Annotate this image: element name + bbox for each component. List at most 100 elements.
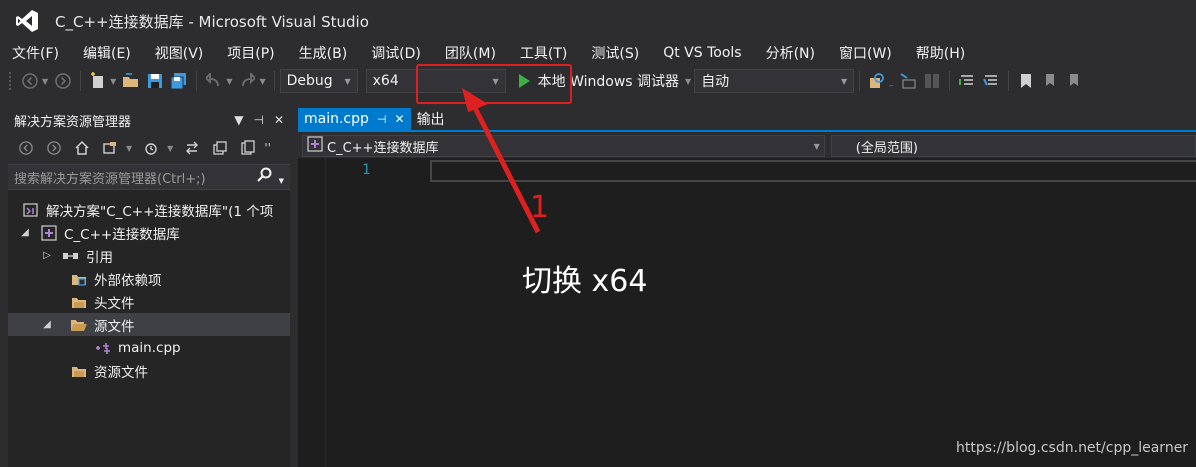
search-placeholder: 搜索解决方案资源管理器(Ctrl+;) xyxy=(14,171,206,187)
tree-item-label: main.cpp xyxy=(118,339,181,356)
step-into-icon[interactable] xyxy=(898,71,918,91)
solution-explorer-header: 解决方案资源管理器 ▼ ⊣ ✕ xyxy=(8,108,290,132)
pin-icon[interactable]: ⊣ xyxy=(377,113,387,126)
tree-item-resource-files[interactable]: 资源文件 xyxy=(8,359,290,382)
tree-item-external-deps[interactable]: 外部依赖项 xyxy=(8,267,290,290)
tab-label: 输出 xyxy=(416,112,445,128)
new-project-icon[interactable] xyxy=(88,71,108,91)
redo-icon[interactable] xyxy=(237,71,257,91)
save-icon[interactable] xyxy=(145,71,165,91)
tree-item-label: 解决方案"C_C++连接数据库"(1 个项 xyxy=(46,203,274,220)
tree-item-label: 头文件 xyxy=(94,295,135,312)
bookmark-icon[interactable] xyxy=(1016,71,1036,91)
tree-item-header-files[interactable]: 头文件 xyxy=(8,290,290,313)
pin-icon[interactable]: ⊣ xyxy=(253,113,263,127)
menu-tools[interactable]: 工具(T) xyxy=(508,43,567,63)
toolbar-separator xyxy=(859,71,861,91)
breakpoints-icon[interactable] xyxy=(922,71,942,91)
global-scope-select[interactable]: (全局范围) xyxy=(830,135,1196,157)
tree-item-project[interactable]: ◢ C_C++连接数据库 xyxy=(8,221,290,244)
debug-mode-select[interactable]: 自动 ▼ xyxy=(694,69,855,93)
tab-main-cpp[interactable]: main.cpp ⊣ ✕ xyxy=(298,108,411,130)
new-project-dropdown-icon[interactable]: ▼ xyxy=(110,77,116,86)
navigate-forward-icon[interactable] xyxy=(53,71,73,91)
menu-team[interactable]: 团队(M) xyxy=(433,43,496,63)
navigate-back-icon[interactable] xyxy=(20,71,40,91)
menu-view[interactable]: 视图(V) xyxy=(143,43,204,63)
debugger-dropdown-icon[interactable]: ▼ xyxy=(685,77,691,86)
annotation-text: 切换 x64 xyxy=(522,264,648,299)
tree-item-label: 资源文件 xyxy=(94,364,148,381)
comment-out-icon[interactable] xyxy=(957,71,977,91)
toolbar-separator xyxy=(196,71,198,91)
panel-splitter[interactable] xyxy=(290,108,298,467)
tab-output[interactable]: 输出 xyxy=(411,108,451,130)
find-in-files-icon[interactable] xyxy=(867,71,887,91)
filter-dropdown-icon[interactable]: ▼ xyxy=(167,144,173,153)
current-line-highlight xyxy=(430,160,1196,182)
search-icon[interactable]: ▼ xyxy=(256,167,284,187)
tree-item-label: 外部依赖项 xyxy=(94,272,162,289)
sync-icon[interactable] xyxy=(182,138,202,158)
project-icon xyxy=(40,224,58,241)
window-position-dropdown-icon[interactable]: ▼ xyxy=(234,113,243,127)
solution-explorer-title: 解决方案资源管理器 xyxy=(14,114,132,130)
folder-icon xyxy=(70,294,88,310)
more-options-icon[interactable]: '' xyxy=(264,141,271,155)
collapse-all-icon[interactable] xyxy=(210,138,230,158)
expanded-arrow-icon[interactable]: ◢ xyxy=(40,319,54,330)
tree-item-label: 引用 xyxy=(86,249,113,266)
next-bookmark-icon[interactable] xyxy=(1064,71,1084,91)
switch-views-dropdown-icon[interactable]: ▼ xyxy=(126,144,132,153)
menu-edit[interactable]: 编辑(E) xyxy=(71,43,131,63)
pending-changes-filter-icon[interactable] xyxy=(141,138,161,158)
menu-test[interactable]: 测试(S) xyxy=(579,43,639,63)
menu-project[interactable]: 项目(P) xyxy=(215,43,274,63)
project-scope-select[interactable]: C_C++连接数据库 ▼ xyxy=(302,135,825,157)
menu-window[interactable]: 窗口(W) xyxy=(827,43,892,63)
find-dropdown-icon[interactable]: _ xyxy=(889,77,893,86)
back-dropdown-icon[interactable]: ▼ xyxy=(42,77,48,86)
project-icon xyxy=(307,136,323,156)
forward-icon[interactable] xyxy=(44,138,64,158)
back-icon[interactable] xyxy=(16,138,36,158)
open-file-icon[interactable] xyxy=(121,71,141,91)
watermark: https://blog.csdn.net/cpp_learner xyxy=(956,440,1189,456)
collapsed-arrow-icon[interactable]: ▷ xyxy=(40,250,54,261)
tree-item-label: C_C++连接数据库 xyxy=(64,226,180,243)
uncomment-icon[interactable] xyxy=(981,71,1001,91)
menu-file[interactable]: 文件(F) xyxy=(0,43,59,63)
project-scope-value: C_C++连接数据库 xyxy=(327,140,439,156)
undo-dropdown-icon[interactable]: ▼ xyxy=(226,77,232,86)
toolbar-separator xyxy=(1008,71,1010,91)
tree-item-main-cpp[interactable]: main.cpp xyxy=(8,336,290,359)
save-all-icon[interactable] xyxy=(169,71,189,91)
menu-analyze[interactable]: 分析(N) xyxy=(754,43,815,63)
home-icon[interactable] xyxy=(72,138,92,158)
tree-item-references[interactable]: ▷ 引用 xyxy=(8,244,290,267)
undo-icon[interactable] xyxy=(204,71,224,91)
redo-dropdown-icon[interactable]: ▼ xyxy=(259,77,265,86)
previous-bookmark-icon[interactable] xyxy=(1040,71,1060,91)
code-editor[interactable]: 1 xyxy=(298,158,1196,467)
document-tab-strip: main.cpp ⊣ ✕ 输出 xyxy=(298,108,1196,132)
solution-explorer-search-input[interactable]: 搜索解决方案资源管理器(Ctrl+;) ▼ xyxy=(8,164,290,190)
solution-tree: 解决方案"C_C++连接数据库"(1 个项 ◢ C_C++连接数据库 ▷ 引用 … xyxy=(8,190,290,382)
show-all-files-icon[interactable] xyxy=(238,138,258,158)
toolbar-grip[interactable] xyxy=(8,71,12,91)
tree-item-solution[interactable]: 解决方案"C_C++连接数据库"(1 个项 xyxy=(8,198,290,221)
expanded-arrow-icon[interactable]: ◢ xyxy=(18,227,32,238)
switch-views-icon[interactable] xyxy=(100,138,120,158)
toolbar-separator xyxy=(273,71,275,91)
close-icon[interactable]: ✕ xyxy=(395,112,405,126)
solution-configuration-select[interactable]: Debug ▼ xyxy=(279,69,358,93)
menu-debug[interactable]: 调试(D) xyxy=(359,43,421,63)
menu-help[interactable]: 帮助(H) xyxy=(904,43,965,63)
toolbar-separator xyxy=(949,71,951,91)
menu-qt-vs-tools[interactable]: Qt VS Tools xyxy=(651,45,741,61)
tree-item-source-files[interactable]: ◢ 源文件 xyxy=(8,313,290,336)
title-bar: C_C++连接数据库 - Microsoft Visual Studio xyxy=(0,0,1196,42)
standard-toolbar: ▼ ▼ ▼ ▼ Debug ▼ x64 ▼ 本地 Windows 调试器 ▼ 自… xyxy=(0,64,1196,98)
close-icon[interactable]: ✕ xyxy=(274,113,284,127)
menu-build[interactable]: 生成(B) xyxy=(287,43,348,63)
